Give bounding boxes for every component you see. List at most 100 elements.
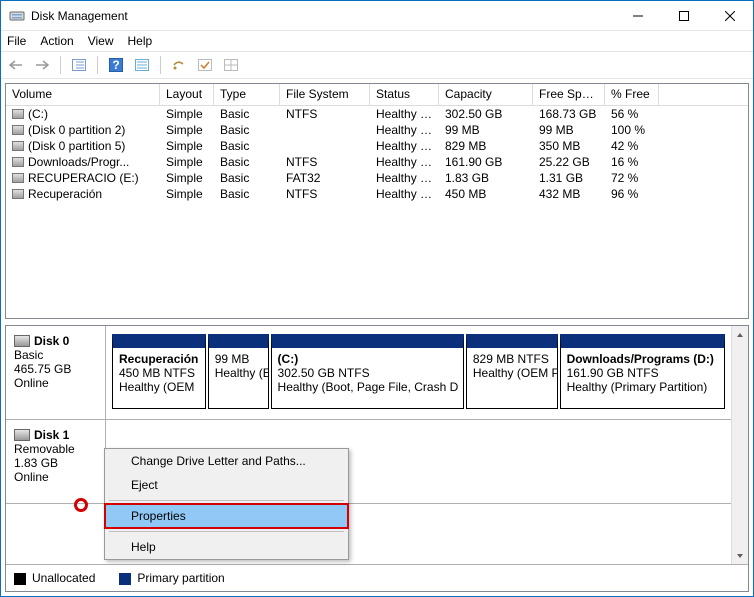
- list-toolbar-button[interactable]: [131, 54, 153, 76]
- legend-unallocated: Unallocated: [14, 571, 95, 585]
- col-fs[interactable]: File System: [280, 84, 370, 105]
- scroll-down-button[interactable]: [732, 547, 748, 564]
- disk-state: Online: [14, 376, 97, 390]
- disk-size: 1.83 GB: [14, 456, 97, 470]
- menu-help[interactable]: Help: [128, 34, 153, 48]
- cell-capacity: 450 MB: [439, 187, 533, 201]
- col-type[interactable]: Type: [214, 84, 280, 105]
- disk-name: Disk 0: [14, 334, 97, 348]
- partition-name: (C:): [278, 352, 457, 366]
- disk-info[interactable]: Disk 1Removable1.83 GBOnline: [6, 420, 106, 503]
- cell-fs: FAT32: [280, 171, 370, 185]
- partition-status: Healthy (OEM P: [473, 366, 551, 380]
- col-spacer[interactable]: [659, 84, 748, 105]
- volume-list-body: (C:)SimpleBasicNTFSHealthy (B...302.50 G…: [6, 106, 748, 202]
- settings-view-button[interactable]: [68, 54, 90, 76]
- ctx-help[interactable]: Help: [105, 535, 348, 559]
- cell-type: Basic: [214, 171, 280, 185]
- partition-status: Healthy (Primary Partition): [567, 380, 718, 394]
- col-layout[interactable]: Layout: [160, 84, 214, 105]
- partition[interactable]: (C:)302.50 GB NTFSHealthy (Boot, Page Fi…: [271, 334, 464, 409]
- disk-type: Basic: [14, 348, 97, 362]
- table-row[interactable]: (Disk 0 partition 2)SimpleBasicHealthy (…: [6, 122, 748, 138]
- partition-size: 302.50 GB NTFS: [278, 366, 457, 380]
- help-toolbar-button[interactable]: ?: [105, 54, 127, 76]
- col-status[interactable]: Status: [370, 84, 439, 105]
- partition-size: 829 MB NTFS: [473, 352, 551, 366]
- cell-status: Healthy (B...: [370, 107, 439, 121]
- table-row[interactable]: (C:)SimpleBasicNTFSHealthy (B...302.50 G…: [6, 106, 748, 122]
- close-button[interactable]: [707, 1, 753, 30]
- partition-area: Recuperación450 MB NTFSHealthy (OEM99 MB…: [106, 326, 731, 419]
- cell-capacity: 161.90 GB: [439, 155, 533, 169]
- cell-layout: Simple: [160, 139, 214, 153]
- cell-pct: 72 %: [605, 171, 659, 185]
- disk-type: Removable: [14, 442, 97, 456]
- menu-action[interactable]: Action: [40, 34, 73, 48]
- col-volume[interactable]: Volume: [6, 84, 160, 105]
- menubar: File Action View Help: [1, 31, 753, 51]
- table-row[interactable]: Downloads/Progr...SimpleBasicNTFSHealthy…: [6, 154, 748, 170]
- partition-size: 450 MB NTFS: [119, 366, 199, 380]
- check-toolbar-button[interactable]: [194, 54, 216, 76]
- minimize-button[interactable]: [615, 1, 661, 30]
- cell-pct: 96 %: [605, 187, 659, 201]
- maximize-button[interactable]: [661, 1, 707, 30]
- swatch-black: [14, 573, 26, 585]
- cell-name: (C:): [6, 107, 160, 121]
- col-capacity[interactable]: Capacity: [439, 84, 533, 105]
- cell-type: Basic: [214, 155, 280, 169]
- cell-type: Basic: [214, 139, 280, 153]
- cell-fs: NTFS: [280, 107, 370, 121]
- volume-list-header: Volume Layout Type File System Status Ca…: [6, 84, 748, 106]
- cell-layout: Simple: [160, 155, 214, 169]
- scroll-track[interactable]: [732, 343, 748, 547]
- window-title: Disk Management: [31, 9, 615, 23]
- titlebar[interactable]: Disk Management: [1, 1, 753, 31]
- ctx-separator: [109, 531, 344, 532]
- partition-status: Healthy (OEM: [119, 380, 199, 394]
- toolbar-separator: [60, 56, 61, 74]
- partition[interactable]: 829 MB NTFSHealthy (OEM P: [466, 334, 558, 409]
- cell-capacity: 302.50 GB: [439, 107, 533, 121]
- legend: Unallocated Primary partition: [6, 564, 748, 591]
- col-pct[interactable]: % Free: [605, 84, 659, 105]
- scroll-up-button[interactable]: [732, 326, 748, 343]
- partition-name: Downloads/Programs (D:): [567, 352, 718, 366]
- table-row[interactable]: RecuperaciónSimpleBasicNTFSHealthy (...4…: [6, 186, 748, 202]
- cell-layout: Simple: [160, 107, 214, 121]
- partition[interactable]: 99 MBHealthy (E: [208, 334, 269, 409]
- back-button[interactable]: [5, 54, 27, 76]
- action-toolbar-button[interactable]: [168, 54, 190, 76]
- volume-icon: [12, 189, 24, 199]
- partition[interactable]: Downloads/Programs (D:)161.90 GB NTFSHea…: [560, 334, 725, 409]
- toolbar: ?: [1, 51, 753, 79]
- cell-name: RECUPERACIO (E:): [6, 171, 160, 185]
- ctx-change-drive-letter[interactable]: Change Drive Letter and Paths...: [105, 449, 348, 473]
- cell-status: Healthy (...: [370, 139, 439, 153]
- table-row[interactable]: (Disk 0 partition 5)SimpleBasicHealthy (…: [6, 138, 748, 154]
- volume-icon: [12, 173, 24, 183]
- vertical-scrollbar[interactable]: [731, 326, 748, 564]
- disk-row: Disk 0Basic465.75 GBOnlineRecuperación45…: [6, 326, 731, 420]
- table-row[interactable]: RECUPERACIO (E:)SimpleBasicFAT32Healthy …: [6, 170, 748, 186]
- ctx-eject[interactable]: Eject: [105, 473, 348, 497]
- disk-info[interactable]: Disk 0Basic465.75 GBOnline: [6, 326, 106, 419]
- ctx-properties[interactable]: Properties: [105, 504, 348, 528]
- toolbar-separator: [160, 56, 161, 74]
- cell-type: Basic: [214, 187, 280, 201]
- grid-toolbar-button[interactable]: [220, 54, 242, 76]
- cell-free: 1.31 GB: [533, 171, 605, 185]
- cell-fs: NTFS: [280, 187, 370, 201]
- disk-management-window: Disk Management File Action View Help ? …: [0, 0, 754, 597]
- cell-capacity: 99 MB: [439, 123, 533, 137]
- partition[interactable]: Recuperación450 MB NTFSHealthy (OEM: [112, 334, 206, 409]
- cell-status: Healthy (A...: [370, 171, 439, 185]
- forward-button[interactable]: [31, 54, 53, 76]
- cell-pct: 42 %: [605, 139, 659, 153]
- menu-file[interactable]: File: [7, 34, 26, 48]
- menu-view[interactable]: View: [88, 34, 114, 48]
- partition-name: Recuperación: [119, 352, 199, 366]
- cell-type: Basic: [214, 107, 280, 121]
- col-free[interactable]: Free Spa...: [533, 84, 605, 105]
